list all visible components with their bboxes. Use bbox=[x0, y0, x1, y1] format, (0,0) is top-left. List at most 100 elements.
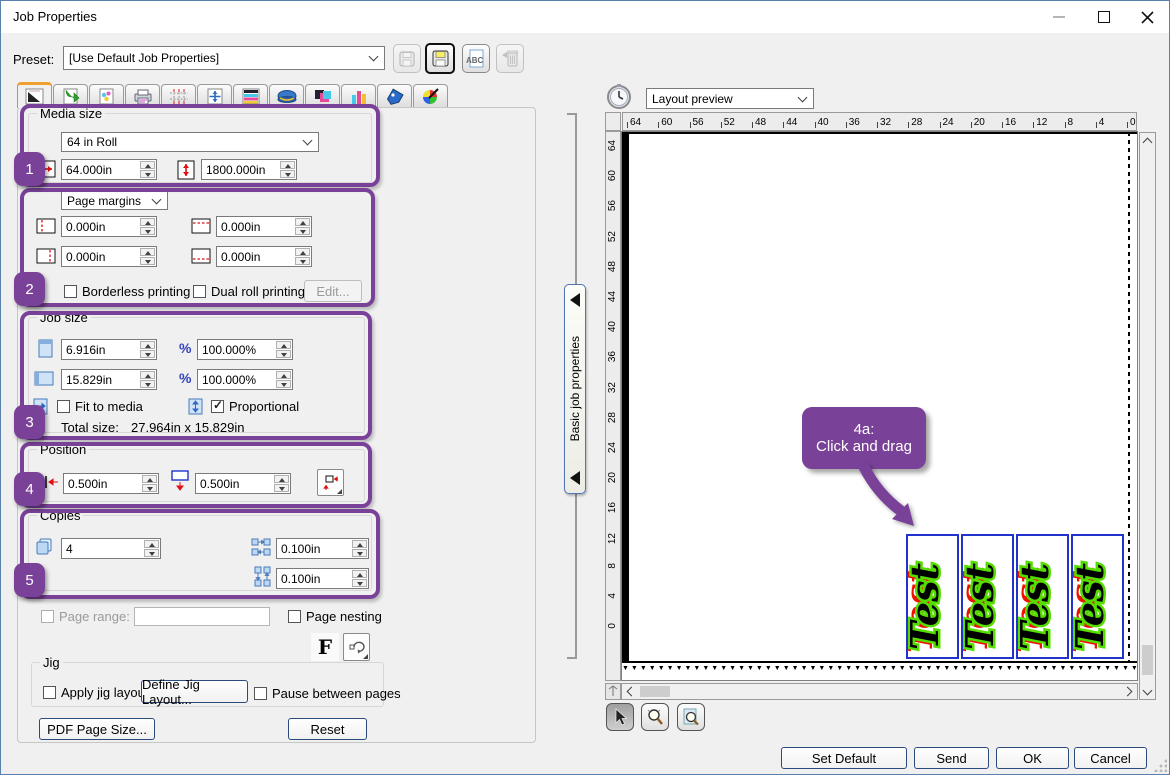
vscroll-thumb[interactable] bbox=[1142, 645, 1153, 675]
page-nesting-checkbox[interactable] bbox=[288, 610, 301, 623]
media-height-field[interactable] bbox=[201, 159, 297, 180]
hscroll-corner-box bbox=[605, 683, 621, 700]
chevron-down-icon bbox=[369, 52, 379, 62]
preview-vscrollbar[interactable] bbox=[1139, 132, 1156, 700]
margin-left-field[interactable] bbox=[61, 216, 157, 237]
job-width-field[interactable] bbox=[61, 339, 157, 360]
delete-preset-button[interactable] bbox=[496, 44, 524, 73]
job-width-percent-field[interactable] bbox=[197, 339, 293, 360]
margin-right-spinner[interactable] bbox=[140, 248, 155, 265]
set-default-button[interactable]: Set Default bbox=[781, 747, 907, 769]
tab-page-position[interactable] bbox=[197, 84, 232, 107]
reset-button[interactable]: Reset bbox=[288, 718, 367, 740]
h-spacing-icon bbox=[251, 537, 271, 557]
pdf-page-size-button[interactable]: PDF Page Size... bbox=[39, 718, 155, 740]
apply-jig-checkbox[interactable] bbox=[43, 686, 56, 699]
orientation-letter: F bbox=[318, 635, 332, 659]
send-button[interactable]: Send bbox=[914, 747, 989, 769]
h-spacing-spinner[interactable] bbox=[352, 540, 367, 557]
label-tab-icon bbox=[385, 88, 405, 105]
proportional-checkbox[interactable] bbox=[211, 400, 224, 413]
pause-pages-checkbox[interactable] bbox=[254, 687, 267, 700]
copies-count-spinner[interactable] bbox=[144, 540, 159, 557]
tab-separations[interactable] bbox=[233, 84, 268, 107]
tab-color-picker[interactable] bbox=[413, 84, 448, 107]
job-width-spinner[interactable] bbox=[140, 341, 155, 358]
position-x-spinner[interactable] bbox=[142, 475, 157, 492]
margin-bottom-field[interactable] bbox=[216, 246, 312, 267]
media-roll-combobox[interactable]: 64 in Roll bbox=[61, 132, 319, 152]
select-tool-button[interactable] bbox=[606, 703, 634, 731]
scroll-right-button[interactable] bbox=[1121, 684, 1137, 699]
margins-mode-combobox[interactable]: Page margins bbox=[61, 191, 168, 210]
orientation-preview: F bbox=[311, 633, 339, 661]
tab-printer-options[interactable] bbox=[125, 84, 160, 107]
tab-calibration[interactable] bbox=[341, 84, 376, 107]
preview-test-copy[interactable]: Test Test bbox=[1016, 534, 1069, 659]
preview-mode-combobox[interactable]: Layout preview bbox=[646, 88, 814, 109]
basic-properties-collapse-bar[interactable]: Basic job properties bbox=[564, 284, 586, 494]
margin-top-spinner[interactable] bbox=[295, 218, 310, 235]
margin-right-field[interactable] bbox=[61, 246, 157, 267]
close-button[interactable] bbox=[1125, 1, 1170, 33]
zoom-tool-button[interactable] bbox=[641, 703, 669, 731]
preview-test-copy[interactable]: Test Test bbox=[961, 534, 1014, 659]
hscroll-thumb[interactable] bbox=[640, 686, 670, 697]
layout-preview-canvas[interactable]: ▼▼▼▼▼▼▼▼▼▼▼▼▼▼▼▼▼▼▼▼▼▼▼▼▼▼▼▼▼▼▼▼▼▼▼▼▼▼▼▼… bbox=[621, 131, 1138, 681]
preview-test-copy[interactable]: Test Test bbox=[1071, 534, 1124, 659]
margin-left-spinner[interactable] bbox=[140, 218, 155, 235]
position-y-spinner[interactable] bbox=[274, 475, 289, 492]
position-x-field[interactable] bbox=[63, 473, 159, 494]
media-height-spinner[interactable] bbox=[280, 161, 295, 178]
save-preset-button[interactable] bbox=[393, 44, 421, 73]
edit-button[interactable]: Edit... bbox=[304, 280, 362, 302]
job-width-percent-spinner[interactable] bbox=[276, 341, 291, 358]
collapse-arrow-icon bbox=[570, 471, 580, 485]
margin-top-field[interactable] bbox=[216, 216, 312, 237]
chevron-right-icon bbox=[1123, 687, 1133, 697]
tab-basic-layout[interactable] bbox=[17, 82, 52, 108]
scroll-up-button[interactable] bbox=[1140, 133, 1155, 149]
cancel-button[interactable]: Cancel bbox=[1074, 747, 1147, 769]
fit-to-media-checkbox[interactable] bbox=[57, 400, 70, 413]
position-anchor-button[interactable] bbox=[317, 469, 344, 496]
preview-hscrollbar[interactable] bbox=[621, 683, 1138, 700]
zoom-to-page-button[interactable] bbox=[677, 703, 705, 731]
save-preset-as-button[interactable] bbox=[425, 43, 455, 74]
borderless-checkbox[interactable] bbox=[64, 285, 77, 298]
tab-tiling-marks[interactable] bbox=[161, 84, 196, 107]
media-width-spinner[interactable] bbox=[140, 161, 155, 178]
v-spacing-spinner[interactable] bbox=[352, 570, 367, 587]
position-y-field[interactable] bbox=[195, 473, 291, 494]
maximize-button[interactable] bbox=[1081, 1, 1126, 33]
minimize-button[interactable] bbox=[1036, 1, 1081, 33]
tab-color-management[interactable] bbox=[89, 84, 124, 107]
tab-workflow[interactable] bbox=[53, 84, 88, 107]
resize-grip[interactable] bbox=[1153, 758, 1167, 772]
tab-color-mapping[interactable] bbox=[305, 84, 340, 107]
tab-advanced[interactable] bbox=[269, 84, 304, 107]
tab-label[interactable] bbox=[377, 84, 412, 107]
preview-test-copy[interactable]: Test Test bbox=[906, 534, 959, 659]
job-height-field[interactable] bbox=[61, 369, 157, 390]
job-height-spinner[interactable] bbox=[140, 371, 155, 388]
scroll-left-button[interactable] bbox=[622, 684, 638, 699]
ok-button[interactable]: OK bbox=[996, 747, 1069, 769]
dual-roll-checkbox[interactable] bbox=[193, 285, 206, 298]
page-range-input[interactable] bbox=[134, 607, 270, 626]
media-size-title: Media size bbox=[37, 106, 105, 121]
margin-bottom-spinner[interactable] bbox=[295, 248, 310, 265]
define-jig-button[interactable]: Define Jig Layout... bbox=[141, 680, 248, 703]
dropdown-corner-icon bbox=[337, 489, 342, 494]
rename-preset-button[interactable]: ABC bbox=[462, 44, 490, 73]
copies-count-field[interactable] bbox=[61, 538, 161, 559]
rotate-button[interactable] bbox=[343, 633, 370, 661]
job-height-percent-spinner[interactable] bbox=[276, 371, 291, 388]
scroll-down-button[interactable] bbox=[1140, 683, 1155, 699]
job-height-percent-field[interactable] bbox=[197, 369, 293, 390]
v-spacing-field[interactable] bbox=[276, 568, 369, 589]
h-spacing-field[interactable] bbox=[276, 538, 369, 559]
page-range-checkbox[interactable] bbox=[41, 610, 54, 623]
media-width-field[interactable] bbox=[61, 159, 157, 180]
preset-combobox[interactable]: [Use Default Job Properties] bbox=[63, 46, 385, 70]
